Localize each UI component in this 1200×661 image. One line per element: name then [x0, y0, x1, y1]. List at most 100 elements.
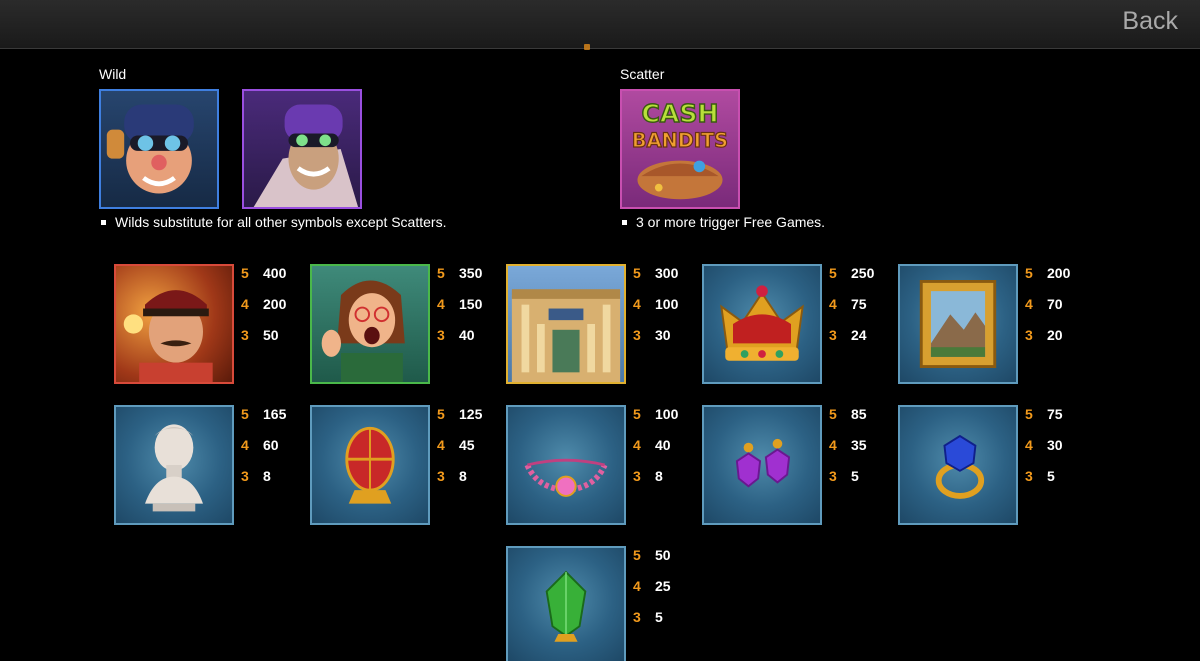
jeweled-egg-icon: [310, 405, 430, 525]
pay-value: 200: [1047, 265, 1071, 281]
paytable-bust: 5 165 4 60 38: [241, 399, 286, 492]
pay-row-5: 5 85: [829, 399, 867, 430]
pay-value: 24: [851, 327, 867, 343]
paytable-jeweled-egg: 5 125 4 45 38: [437, 399, 482, 492]
pay-count: 5: [829, 265, 837, 281]
pay-row-5: 5 350: [437, 258, 482, 289]
pay-row-4: 4 35: [829, 430, 867, 461]
pay-count: 4: [1025, 437, 1033, 453]
pay-row-3: 3 30: [633, 320, 678, 351]
paytable-earrings: 5 85 4 35 35: [829, 399, 867, 492]
pay-count: 4: [633, 437, 641, 453]
pay-count: 3: [633, 609, 641, 625]
bandit-wild-blue-icon: [99, 89, 219, 209]
pay-row-3: 35: [829, 461, 867, 492]
wild-label: Wild: [99, 66, 127, 82]
pay-count: 5: [437, 265, 445, 281]
pay-value: 350: [459, 265, 483, 281]
cash-bandits-scatter-icon: CASH BANDITS: [620, 89, 740, 209]
emerald-icon: [506, 546, 626, 661]
pay-row-5: 5 400: [241, 258, 286, 289]
pay-row-3: 38: [241, 461, 286, 492]
paytable-crown: 5 250 4 75 3 24: [829, 258, 874, 351]
pay-row-5: 5 125: [437, 399, 482, 430]
pay-count: 4: [829, 437, 837, 453]
pay-count: 3: [829, 327, 837, 343]
back-button[interactable]: Back: [1122, 7, 1178, 36]
bust-icon: [114, 405, 234, 525]
pay-row-3: 35: [1025, 461, 1063, 492]
pay-row-3: 38: [633, 461, 678, 492]
pay-count: 5: [633, 406, 641, 422]
scatter-logo-line2: BANDITS: [632, 129, 728, 152]
pay-count: 5: [829, 406, 837, 422]
pay-count: 5: [241, 406, 249, 422]
scatter-logo-line1: CASH: [641, 99, 718, 128]
pay-value: 30: [1047, 437, 1063, 453]
pay-value: 8: [655, 468, 663, 484]
pay-row-4: 4 45: [437, 430, 482, 461]
pay-value: 40: [655, 437, 671, 453]
pay-count: 3: [437, 468, 445, 484]
pay-count: 3: [241, 468, 249, 484]
pay-value: 75: [1047, 406, 1063, 422]
pay-row-5: 5 100: [633, 399, 678, 430]
pay-row-5: 5 165: [241, 399, 286, 430]
pay-value: 100: [655, 406, 679, 422]
pay-value: 8: [459, 468, 467, 484]
pay-count: 4: [241, 296, 249, 312]
pay-row-3: 35: [633, 602, 671, 633]
pay-count: 3: [1025, 468, 1033, 484]
earrings-icon: [702, 405, 822, 525]
pay-value: 85: [851, 406, 867, 422]
pay-row-3: 38: [437, 461, 482, 492]
pay-value: 150: [459, 296, 483, 312]
pay-value: 30: [655, 327, 671, 343]
pay-row-5: 5 75: [1025, 399, 1063, 430]
pay-row-3: 3 50: [241, 320, 286, 351]
pay-row-4: 4 60: [241, 430, 286, 461]
pay-value: 50: [655, 547, 671, 563]
pay-row-3: 3 24: [829, 320, 874, 351]
bandit-wild-purple-icon: [242, 89, 362, 209]
pay-row-5: 5 300: [633, 258, 678, 289]
pay-row-4: 4 75: [829, 289, 874, 320]
pay-value: 35: [851, 437, 867, 453]
wild-note: Wilds substitute for all other symbols e…: [99, 214, 446, 230]
pay-value: 200: [263, 296, 287, 312]
paytable-emerald: 5 50 4 25 35: [633, 540, 671, 633]
pay-value: 20: [1047, 327, 1063, 343]
paytable-necklace: 5 100 4 40 38: [633, 399, 678, 492]
pay-count: 5: [633, 265, 641, 281]
pay-value: 50: [263, 327, 279, 343]
pay-count: 5: [1025, 265, 1033, 281]
pay-value: 70: [1047, 296, 1063, 312]
pay-count: 3: [829, 468, 837, 484]
pay-row-4: 4 25: [633, 571, 671, 602]
pay-row-4: 4 200: [241, 289, 286, 320]
pay-value: 300: [655, 265, 679, 281]
pay-value: 250: [851, 265, 875, 281]
pay-row-4: 4 30: [1025, 430, 1063, 461]
pay-row-5: 5 250: [829, 258, 874, 289]
painting-icon: [898, 264, 1018, 384]
pay-row-5: 5 50: [633, 540, 671, 571]
pay-count: 3: [1025, 327, 1033, 343]
pay-value: 400: [263, 265, 287, 281]
pay-row-4: 4 100: [633, 289, 678, 320]
pay-count: 3: [241, 327, 249, 343]
title-fragment-mark: [584, 44, 590, 50]
pay-count: 5: [437, 406, 445, 422]
pay-count: 5: [633, 547, 641, 563]
pay-count: 5: [1025, 406, 1033, 422]
pay-value: 45: [459, 437, 475, 453]
pay-value: 100: [655, 296, 679, 312]
paytable-screaming-woman: 5 350 4 150 3 40: [437, 258, 482, 351]
pay-row-5: 5 200: [1025, 258, 1070, 289]
pay-value: 40: [459, 327, 475, 343]
pay-count: 4: [1025, 296, 1033, 312]
pay-count: 4: [829, 296, 837, 312]
paytable-painting: 5 200 4 70 3 20: [1025, 258, 1070, 351]
paytable-guard: 5 400 4 200 3 50: [241, 258, 286, 351]
pay-value: 125: [459, 406, 483, 422]
